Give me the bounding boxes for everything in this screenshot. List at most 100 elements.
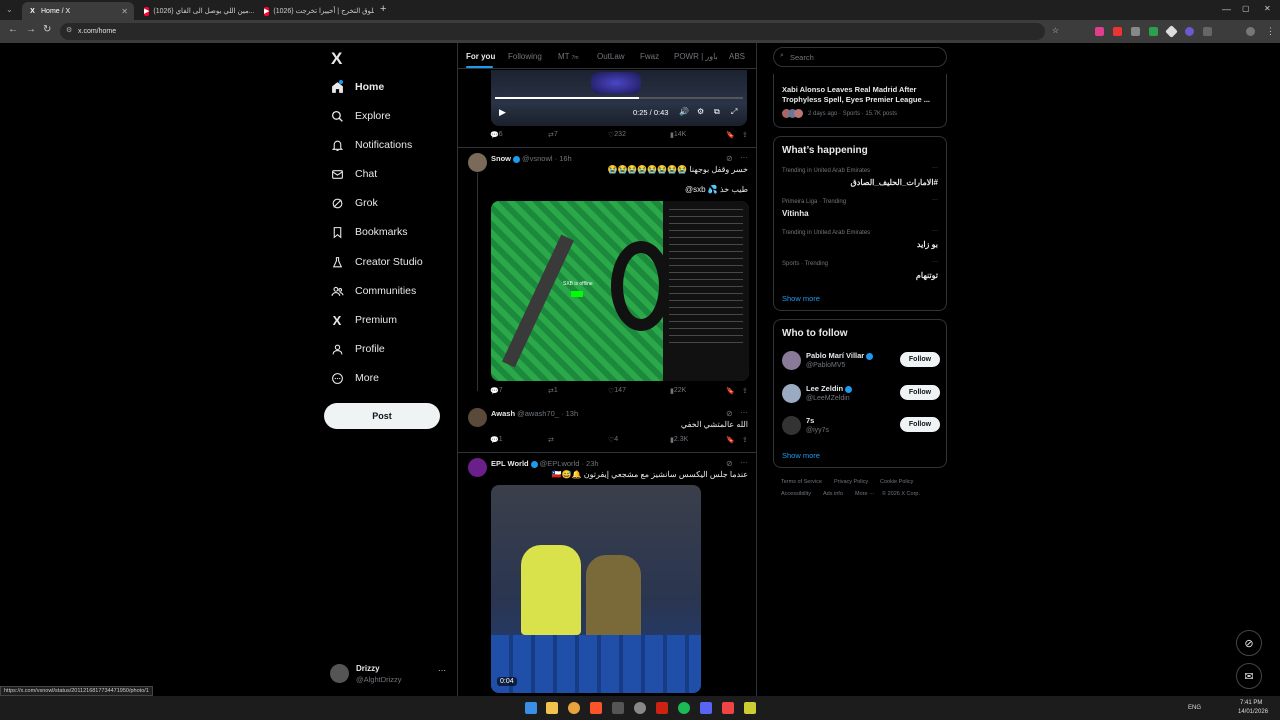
- follow-suggestion[interactable]: Lee Zeldin @LeeMZeldin Follow: [774, 381, 946, 409]
- nav-notifications[interactable]: Notifications: [330, 136, 412, 154]
- brave-icon[interactable]: [590, 702, 602, 714]
- grok-icon[interactable]: ⊘: [726, 459, 733, 468]
- follow-button[interactable]: Follow: [900, 385, 940, 400]
- more-icon[interactable]: ···: [932, 228, 938, 234]
- news-card[interactable]: Xabi Alonso Leaves Real Madrid After Tro…: [773, 74, 947, 128]
- like-button[interactable]: ♡ 147: [608, 387, 626, 395]
- pip-icon[interactable]: ⧉: [714, 107, 720, 117]
- tab-home-x[interactable]: X Home / X ✕: [22, 2, 134, 20]
- app-icon[interactable]: [722, 702, 734, 714]
- grok-icon[interactable]: ⊘: [726, 409, 733, 418]
- tab-powr[interactable]: POWR | باور: [674, 52, 718, 61]
- more-icon[interactable]: ···: [740, 458, 748, 467]
- tab-fwaz[interactable]: Fwaz: [640, 52, 659, 61]
- footer-link[interactable]: Terms of Service: [781, 479, 822, 485]
- close-icon[interactable]: ✕: [121, 7, 128, 16]
- avatar[interactable]: [468, 408, 487, 427]
- more-icon[interactable]: ···: [932, 165, 938, 171]
- post-button[interactable]: Post: [324, 403, 440, 429]
- search-input[interactable]: ⌕ Search: [773, 47, 947, 67]
- discord-icon[interactable]: [700, 702, 712, 714]
- post-author[interactable]: Snow @vsnowl · 16h: [491, 154, 572, 163]
- reload-icon[interactable]: ↻: [43, 24, 51, 35]
- share-icon[interactable]: ⇪: [742, 436, 748, 444]
- extension-icon[interactable]: [1095, 27, 1104, 36]
- extension-icon[interactable]: [1131, 27, 1140, 36]
- extension-icon[interactable]: [1113, 27, 1122, 36]
- more-icon[interactable]: ···: [740, 408, 748, 417]
- bookmark-icon[interactable]: 🔖: [726, 131, 735, 139]
- account-switcher[interactable]: Drizzy @AlghtDrizzy ···: [330, 662, 450, 686]
- trend-item[interactable]: Trending in United Arab Emirates #الامار…: [774, 165, 946, 195]
- extension-icon[interactable]: [1149, 27, 1158, 36]
- follow-button[interactable]: Follow: [900, 417, 940, 432]
- reply-button[interactable]: 💬 1: [490, 436, 503, 444]
- nav-communities[interactable]: Communities: [330, 282, 416, 300]
- start-icon[interactable]: [525, 702, 537, 714]
- account-menu-icon[interactable]: ···: [438, 666, 446, 675]
- file-explorer-icon[interactable]: [546, 702, 558, 714]
- extensions-puzzle-icon[interactable]: [1203, 27, 1212, 36]
- chrome-icon[interactable]: [568, 702, 580, 714]
- language-indicator[interactable]: ENG: [1188, 705, 1201, 711]
- follow-suggestion[interactable]: 7s @iyy7s Follow: [774, 413, 946, 441]
- grok-icon[interactable]: ⊘: [726, 154, 733, 163]
- app-icon[interactable]: [634, 702, 646, 714]
- footer-link[interactable]: Ads info: [823, 491, 843, 497]
- spotify-icon[interactable]: [678, 702, 690, 714]
- footer-link[interactable]: Accessibility: [781, 491, 811, 497]
- nav-grok[interactable]: Grok: [330, 194, 378, 212]
- clock-date[interactable]: 14/01/2026: [1238, 709, 1268, 715]
- profile-avatar-icon[interactable]: [1246, 27, 1255, 36]
- tab-search-icon[interactable]: ⌄: [6, 5, 13, 14]
- trend-item[interactable]: Sports · Trending توتنهام ···: [774, 259, 946, 289]
- bookmark-icon[interactable]: 🔖: [726, 436, 735, 444]
- maximize-button[interactable]: ▢: [1242, 4, 1250, 13]
- show-more-link[interactable]: Show more: [782, 294, 820, 303]
- repost-button[interactable]: ⇄ 7: [548, 131, 558, 139]
- tab-youtube-1[interactable]: ▶ (1026) مين اللي يوصل الى الفاي... ✕: [138, 2, 254, 20]
- more-icon[interactable]: ···: [932, 197, 938, 203]
- nav-more[interactable]: More: [330, 369, 379, 387]
- post-video[interactable]: 0:04: [491, 485, 701, 693]
- nav-chat[interactable]: Chat: [330, 165, 377, 183]
- views-button[interactable]: ▮ 14K: [670, 131, 686, 139]
- follow-suggestion[interactable]: Pablo Marí Villar @PabloMV5 Follow: [774, 348, 946, 376]
- volume-icon[interactable]: 🔊: [679, 107, 689, 116]
- like-button[interactable]: ♡ 4: [608, 436, 618, 444]
- bookmark-icon[interactable]: 🔖: [726, 387, 735, 395]
- avatar[interactable]: [468, 153, 487, 172]
- post-author[interactable]: EPL World @EPLworld · 23h: [491, 459, 599, 468]
- bookmark-star-icon[interactable]: ☆: [1052, 26, 1059, 35]
- tab-following[interactable]: Following: [508, 52, 542, 61]
- x-logo[interactable]: X: [331, 49, 342, 69]
- forward-icon[interactable]: →: [26, 24, 36, 35]
- nav-bookmarks[interactable]: Bookmarks: [330, 223, 408, 241]
- tab-for-you[interactable]: For you: [466, 52, 495, 61]
- new-tab-button[interactable]: +: [380, 3, 386, 15]
- repost-button[interactable]: ⇄ 1: [548, 387, 558, 395]
- views-button[interactable]: ▮ 2.3K: [670, 436, 688, 444]
- app-icon[interactable]: [656, 702, 668, 714]
- tab-mt[interactable]: MT 7m: [558, 52, 579, 61]
- avatar[interactable]: [468, 458, 487, 477]
- more-icon[interactable]: ···: [932, 259, 938, 265]
- settings-icon[interactable]: ⚙: [697, 107, 704, 116]
- more-icon[interactable]: ···: [740, 153, 748, 162]
- share-icon[interactable]: ⇪: [742, 387, 748, 395]
- messages-float-button[interactable]: ✉: [1236, 663, 1262, 689]
- browser-menu-icon[interactable]: ⋮: [1266, 26, 1275, 37]
- reply-button[interactable]: 💬 7: [490, 387, 503, 395]
- post-image[interactable]: SXB is offline: [491, 201, 749, 381]
- extension-icon[interactable]: [1185, 27, 1194, 36]
- repost-button[interactable]: ⇄: [548, 436, 554, 444]
- footer-link[interactable]: Privacy Policy: [834, 479, 868, 485]
- fullscreen-icon[interactable]: ⤢: [731, 107, 737, 117]
- tab-outlaw[interactable]: OutLaw: [597, 52, 625, 61]
- tab-abs[interactable]: ABS: [729, 52, 745, 61]
- play-icon[interactable]: ▶: [499, 107, 506, 118]
- post-author[interactable]: Awash @awash70_ · 13h: [491, 409, 578, 418]
- clock-time[interactable]: 7:41 PM: [1240, 700, 1262, 706]
- app-icon[interactable]: [744, 702, 756, 714]
- nav-explore[interactable]: Explore: [330, 107, 391, 125]
